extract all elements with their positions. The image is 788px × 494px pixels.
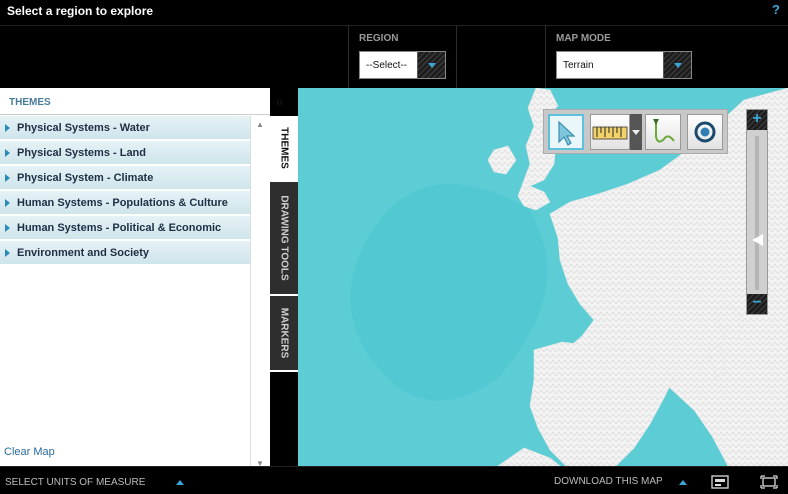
theme-item-physical-climate[interactable]: Physical System - Climate	[0, 166, 250, 191]
theme-item-environment[interactable]: Environment and Society	[0, 241, 250, 266]
clear-map-link[interactable]: Clear Map	[4, 446, 55, 458]
target-marker-icon	[694, 121, 716, 143]
download-map-button[interactable]: DOWNLOAD THIS MAP	[554, 476, 663, 487]
themes-header: THEMES	[0, 88, 270, 115]
chevron-down-icon[interactable]	[417, 52, 445, 78]
map-mode-select[interactable]: Terrain	[556, 51, 692, 79]
expand-icon	[5, 224, 10, 232]
fullscreen-icon[interactable]	[760, 475, 778, 494]
measure-tool[interactable]	[590, 114, 630, 150]
top-header: Select a region to explore ?	[0, 0, 788, 26]
themes-heading: THEMES	[9, 97, 51, 108]
theme-item-human-populations[interactable]: Human Systems - Populations & Culture	[0, 191, 250, 216]
zoom-in-icon[interactable]: +	[747, 110, 767, 130]
side-tabs: THEMES DRAWING TOOLS MARKERS	[270, 116, 298, 372]
themes-panel: THEMES Physical Systems - Water Physical…	[0, 88, 270, 470]
path-icon	[653, 119, 675, 143]
expand-icon	[5, 124, 10, 132]
theme-item-label: Physical Systems - Land	[17, 147, 146, 159]
footer-bar: SELECT UNITS OF MEASURE DOWNLOAD THIS MA…	[0, 466, 788, 494]
collapse-panel-icon[interactable]: «	[276, 93, 284, 109]
theme-item-label: Human Systems - Political & Economic	[17, 222, 222, 234]
region-select-value: --Select--	[366, 60, 408, 71]
page-title: Select a region to explore	[7, 4, 154, 18]
tab-markers[interactable]: MARKERS	[270, 296, 298, 372]
theme-item-physical-water[interactable]: Physical Systems - Water	[0, 116, 250, 141]
print-layout-icon[interactable]	[711, 475, 729, 494]
map-mode-select-value: Terrain	[563, 60, 594, 71]
chevron-up-icon[interactable]	[176, 480, 184, 485]
tab-themes[interactable]: THEMES	[270, 116, 298, 182]
divider	[348, 26, 349, 88]
chevron-down-icon[interactable]	[663, 52, 691, 78]
theme-item-human-political[interactable]: Human Systems - Political & Economic	[0, 216, 250, 241]
tab-label: MARKERS	[278, 307, 290, 359]
tab-drawing-tools[interactable]: DRAWING TOOLS	[270, 182, 298, 296]
expand-icon	[5, 199, 10, 207]
select-pointer-tool[interactable]	[548, 114, 584, 150]
themes-scrollbar[interactable]: ▲ ▼	[250, 116, 270, 470]
control-bar: REGION --Select-- MAP MODE Terrain	[0, 26, 788, 88]
divider	[545, 26, 546, 88]
scroll-up-icon[interactable]: ▲	[256, 120, 264, 129]
tab-label: THEMES	[278, 127, 290, 169]
map-mode-label: MAP MODE	[556, 33, 611, 44]
marker-tool[interactable]	[687, 114, 723, 150]
theme-item-label: Physical System - Climate	[17, 172, 154, 184]
theme-item-label: Human Systems - Populations & Culture	[17, 197, 228, 209]
pointer-icon	[558, 120, 576, 146]
map-toolbox	[543, 109, 728, 154]
expand-icon	[5, 174, 10, 182]
zoom-control: + −	[746, 109, 768, 315]
region-label: REGION	[359, 33, 399, 44]
theme-list: Physical Systems - Water Physical System…	[0, 116, 250, 266]
expand-icon	[5, 249, 10, 257]
divider	[456, 26, 457, 88]
theme-item-label: Physical Systems - Water	[17, 122, 150, 134]
draw-path-tool[interactable]	[645, 114, 681, 150]
select-units-button[interactable]: SELECT UNITS OF MEASURE	[5, 477, 145, 488]
zoom-slider-track[interactable]	[755, 136, 759, 290]
measure-options-chevron-icon[interactable]	[630, 114, 642, 150]
chevron-up-icon[interactable]	[679, 480, 687, 485]
zoom-slider-thumb[interactable]	[752, 234, 763, 246]
tab-label: DRAWING TOOLS	[278, 195, 290, 281]
ruler-icon	[592, 126, 628, 140]
zoom-out-icon[interactable]: −	[747, 294, 767, 314]
help-icon[interactable]: ?	[772, 2, 780, 17]
expand-icon	[5, 149, 10, 157]
region-select[interactable]: --Select--	[359, 51, 446, 79]
theme-item-physical-land[interactable]: Physical Systems - Land	[0, 141, 250, 166]
theme-item-label: Environment and Society	[17, 247, 150, 259]
